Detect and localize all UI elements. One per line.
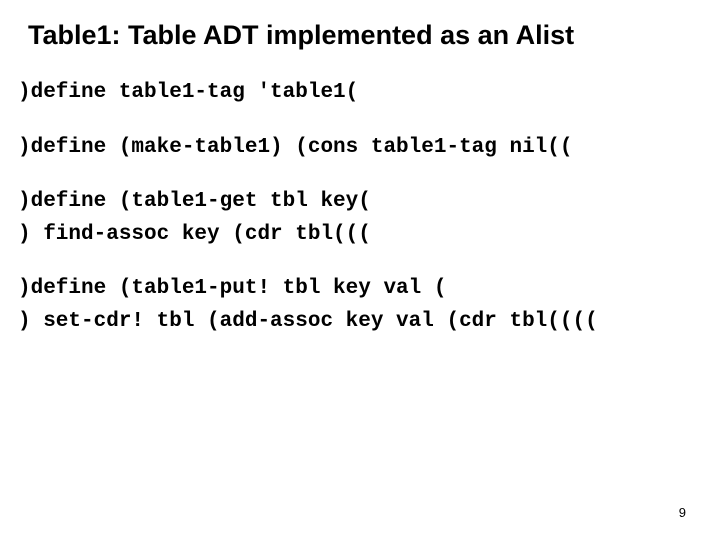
slide-title: Table1: Table ADT implemented as an Alis… [28,20,702,51]
code-line: )define (table1-get tbl key( [18,190,371,213]
page-number: 9 [679,505,686,520]
code-block-3: )define (table1-get tbl key( ) find-asso… [18,186,702,251]
code-line: ) set-cdr! tbl (add-assoc key val (cdr t… [18,310,598,333]
code-line: )define (table1-put! tbl key val ( [18,277,446,300]
slide: Table1: Table ADT implemented as an Alis… [0,0,720,540]
code-line: )define (make-table1) (cons table1-tag n… [18,136,573,159]
code-block-2: )define (make-table1) (cons table1-tag n… [18,132,702,165]
code-line: ) find-assoc key (cdr tbl((( [18,223,371,246]
code-block-4: )define (table1-put! tbl key val ( ) set… [18,273,702,338]
code-block-1: )define table1-tag 'table1( [18,77,702,110]
code-line: )define table1-tag 'table1( [18,81,358,104]
